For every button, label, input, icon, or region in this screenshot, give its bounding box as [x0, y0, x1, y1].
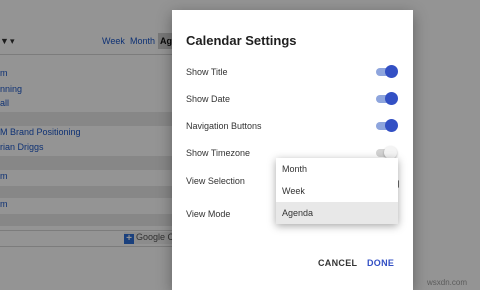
done-button[interactable]: DONE	[367, 258, 394, 268]
view-mode-menu: Month Week Agenda	[276, 158, 398, 224]
menu-option-week[interactable]: Week	[276, 180, 398, 202]
navigation-buttons-label: Navigation Buttons	[186, 121, 262, 131]
cancel-button[interactable]: CANCEL	[318, 258, 357, 268]
show-title-toggle[interactable]	[376, 65, 398, 79]
show-date-label: Show Date	[186, 94, 231, 104]
dialog-title: Calendar Settings	[186, 33, 297, 48]
navigation-buttons-toggle[interactable]	[376, 119, 398, 133]
view-selection-label: View Selection	[186, 176, 245, 186]
view-mode-label: View Mode	[186, 209, 231, 219]
show-timezone-label: Show Timezone	[186, 148, 251, 158]
show-date-toggle[interactable]	[376, 92, 398, 106]
menu-option-agenda[interactable]: Agenda	[276, 202, 398, 224]
show-title-label: Show Title	[186, 67, 228, 77]
menu-option-month[interactable]: Month	[276, 158, 398, 180]
watermark: wsxdn.com	[427, 278, 468, 287]
calendar-settings-dialog: Calendar Settings Show Title Show Date N…	[172, 10, 413, 290]
